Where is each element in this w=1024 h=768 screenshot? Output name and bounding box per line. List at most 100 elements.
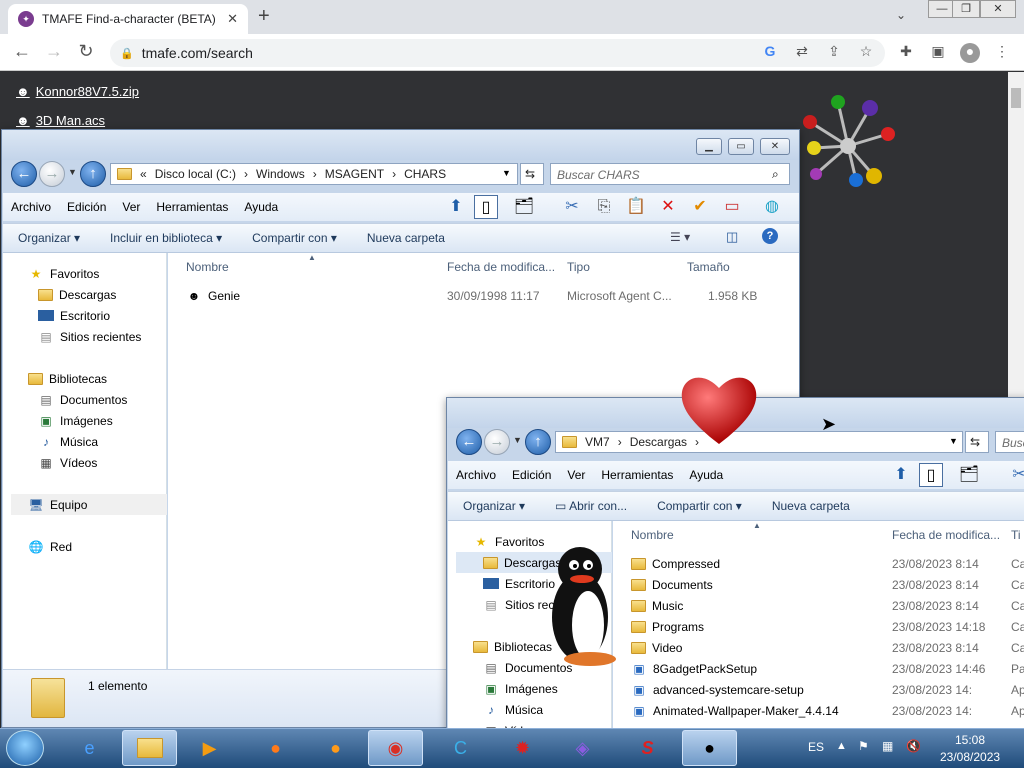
- nav-red[interactable]: 🌐 Red: [28, 536, 73, 557]
- taskbar-media-player-icon[interactable]: ▶: [182, 730, 237, 766]
- recent-pages-dropdown[interactable]: ▼: [68, 167, 77, 177]
- chrome-menu-icon[interactable]: ⋮: [992, 43, 1012, 63]
- tab-search-icon[interactable]: ⌄: [896, 8, 906, 22]
- browser-tab[interactable]: ✦ TMAFE Find-a-character (BETA) ✕: [8, 4, 248, 34]
- cmd-organizar[interactable]: Organizar ▾: [3, 231, 95, 245]
- menu-edicion[interactable]: Edición: [59, 200, 114, 214]
- nav-videos[interactable]: ▦ Vídeos: [38, 452, 97, 473]
- profile-avatar-icon[interactable]: ●: [960, 43, 980, 63]
- preview-pane-icon[interactable]: ◫: [726, 229, 738, 245]
- toolbar-panes-icon[interactable]: ▯: [474, 195, 498, 219]
- window-titlebar[interactable]: [2, 130, 799, 160]
- cmd-incluir-biblioteca[interactable]: Incluir en biblioteca ▾: [95, 231, 237, 245]
- toolbar-properties-icon[interactable]: ✔: [688, 195, 712, 219]
- volume-muted-icon[interactable]: 🔇: [906, 739, 921, 753]
- menu-herramientas[interactable]: Herramientas: [148, 200, 236, 214]
- nav-favoritos[interactable]: ★ Favoritos: [473, 531, 545, 552]
- extensions-icon[interactable]: ✚: [896, 43, 916, 63]
- table-row[interactable]: ☻ Genie 30/09/1998 11:17 Microsoft Agent…: [186, 285, 786, 306]
- side-panel-icon[interactable]: ▣: [928, 43, 948, 63]
- action-center-flag-icon[interactable]: ⚑: [858, 739, 869, 753]
- win-close-button[interactable]: ✕: [760, 138, 790, 155]
- breadcrumb-bar[interactable]: VM7 › Descargas ›: [555, 431, 963, 453]
- help-icon[interactable]: ?: [762, 228, 778, 244]
- col-fecha[interactable]: Fecha de modifica...: [447, 260, 559, 274]
- download-link-2[interactable]: ☻ 3D Man.acs: [16, 113, 105, 128]
- nav-sitios-recientes[interactable]: ▤ Sitios rec: [483, 594, 554, 615]
- col-tipo[interactable]: Ti: [1011, 528, 1021, 542]
- taskbar-firefox-icon[interactable]: ●: [248, 730, 303, 766]
- table-row[interactable]: ▣ Animated-Wallpaper-Maker_4.4.14 23/08/20…: [631, 700, 1024, 721]
- nav-descargas[interactable]: Descargas: [38, 284, 116, 305]
- nav-bibliotecas[interactable]: Bibliotecas: [473, 636, 552, 657]
- menu-ayuda[interactable]: Ayuda: [681, 468, 731, 482]
- toolbar-copy-icon[interactable]: ⎘: [592, 195, 616, 219]
- forward-button[interactable]: →: [39, 161, 65, 187]
- refresh-button[interactable]: ⇆: [965, 431, 989, 453]
- menu-ayuda[interactable]: Ayuda: [236, 200, 286, 214]
- table-row[interactable]: Programs 23/08/2023 14:18 Ca: [631, 616, 1024, 637]
- download-link-1[interactable]: ☻ Konnor88V7.5.zip: [16, 84, 139, 99]
- table-row[interactable]: ▣ 8GadgetPackSetup 23/08/2023 14:46 Pa: [631, 658, 1024, 679]
- taskbar-winstep-icon[interactable]: ◈: [555, 730, 610, 766]
- nav-documentos[interactable]: ▤ Documentos: [38, 389, 127, 410]
- language-indicator[interactable]: ES: [808, 740, 824, 754]
- new-tab-button[interactable]: +: [258, 6, 270, 26]
- back-button[interactable]: ←: [11, 161, 37, 187]
- maximize-button[interactable]: ❐: [952, 0, 980, 18]
- nav-escritorio[interactable]: Escritorio: [38, 305, 110, 326]
- view-options-icon[interactable]: ☰ ▾: [670, 230, 690, 244]
- start-button[interactable]: [6, 730, 44, 766]
- win-maximize-button[interactable]: ▭: [728, 138, 754, 155]
- nav-musica[interactable]: ♪ Música: [483, 699, 543, 720]
- nav-favoritos[interactable]: ★ Favoritos: [28, 263, 100, 284]
- google-lens-icon[interactable]: G: [760, 43, 780, 63]
- menu-herramientas[interactable]: Herramientas: [593, 468, 681, 482]
- back-button[interactable]: ←: [456, 429, 482, 455]
- col-nombre[interactable]: Nombre: [631, 528, 674, 542]
- up-button[interactable]: ↑: [80, 161, 106, 187]
- breadcrumb-descargas[interactable]: Descargas: [630, 435, 687, 449]
- cmd-nueva-carpeta[interactable]: Nueva carpeta: [352, 231, 460, 245]
- col-nombre[interactable]: Nombre: [186, 260, 229, 274]
- taskbar-chrome-icon[interactable]: ◉: [368, 730, 423, 766]
- close-button[interactable]: ✕: [980, 0, 1016, 18]
- refresh-button[interactable]: ⇆: [520, 163, 544, 185]
- col-tamano[interactable]: Tamaño: [687, 260, 730, 274]
- toolbar-up-icon[interactable]: ⬆: [889, 463, 913, 487]
- breadcrumb-vm7[interactable]: VM7: [585, 435, 610, 449]
- table-row[interactable]: Documents 23/08/2023 8:14 Ca: [631, 574, 1024, 595]
- taskbar-s-app-icon[interactable]: S: [620, 730, 675, 766]
- toolbar-cut-icon[interactable]: ✂: [1007, 463, 1024, 487]
- search-box[interactable]: Busc: [995, 431, 1024, 453]
- network-tray-icon[interactable]: ▦: [882, 739, 893, 753]
- toolbar-shell-icon[interactable]: ◍: [760, 195, 784, 219]
- menu-edicion[interactable]: Edición: [504, 468, 559, 482]
- taskbar-ie-icon[interactable]: e: [62, 730, 117, 766]
- menu-ver[interactable]: Ver: [559, 468, 593, 482]
- breadcrumb-bar[interactable]: « Disco local (C:) › Windows › MSAGENT › CH…: [110, 163, 518, 185]
- toolbar-folders-icon[interactable]: 🗂: [512, 195, 536, 219]
- table-row[interactable]: Video 23/08/2023 8:14 Ca: [631, 637, 1024, 658]
- nav-equipo[interactable]: 🖥 Equipo: [11, 494, 167, 515]
- toolbar-folders-icon[interactable]: 🗂: [957, 463, 981, 487]
- nav-imagenes[interactable]: ▣ Imágenes: [38, 410, 112, 431]
- address-dropdown-icon[interactable]: ▼: [949, 436, 958, 446]
- share-icon[interactable]: ⇪: [824, 43, 844, 63]
- table-row[interactable]: Compressed 23/08/2023 8:14 Ca: [631, 553, 1024, 574]
- win-minimize-button[interactable]: ▁: [696, 138, 722, 155]
- bookmark-star-icon[interactable]: ☆: [856, 43, 876, 63]
- table-row[interactable]: Music 23/08/2023 8:14 Ca: [631, 595, 1024, 616]
- menu-archivo[interactable]: Archivo: [3, 200, 59, 214]
- breadcrumb-msagent[interactable]: MSAGENT: [325, 167, 384, 181]
- cmd-compartir-con[interactable]: Compartir con ▾: [237, 231, 352, 245]
- toolbar-paste-icon[interactable]: 📋: [624, 195, 648, 219]
- taskbar-app-icon[interactable]: ✹: [495, 730, 550, 766]
- clock-date[interactable]: 23/08/2023: [940, 750, 1000, 764]
- recent-pages-dropdown[interactable]: ▼: [513, 435, 522, 445]
- taskbar-ccleaner-icon[interactable]: C: [433, 730, 488, 766]
- nav-bibliotecas[interactable]: Bibliotecas: [28, 368, 107, 389]
- table-row[interactable]: ▣ advanced-systemcare-setup 23/08/2023 14:…: [631, 679, 1024, 700]
- tray-expand-icon[interactable]: ▲: [836, 740, 847, 752]
- taskbar-pingu-icon[interactable]: ●: [682, 730, 737, 766]
